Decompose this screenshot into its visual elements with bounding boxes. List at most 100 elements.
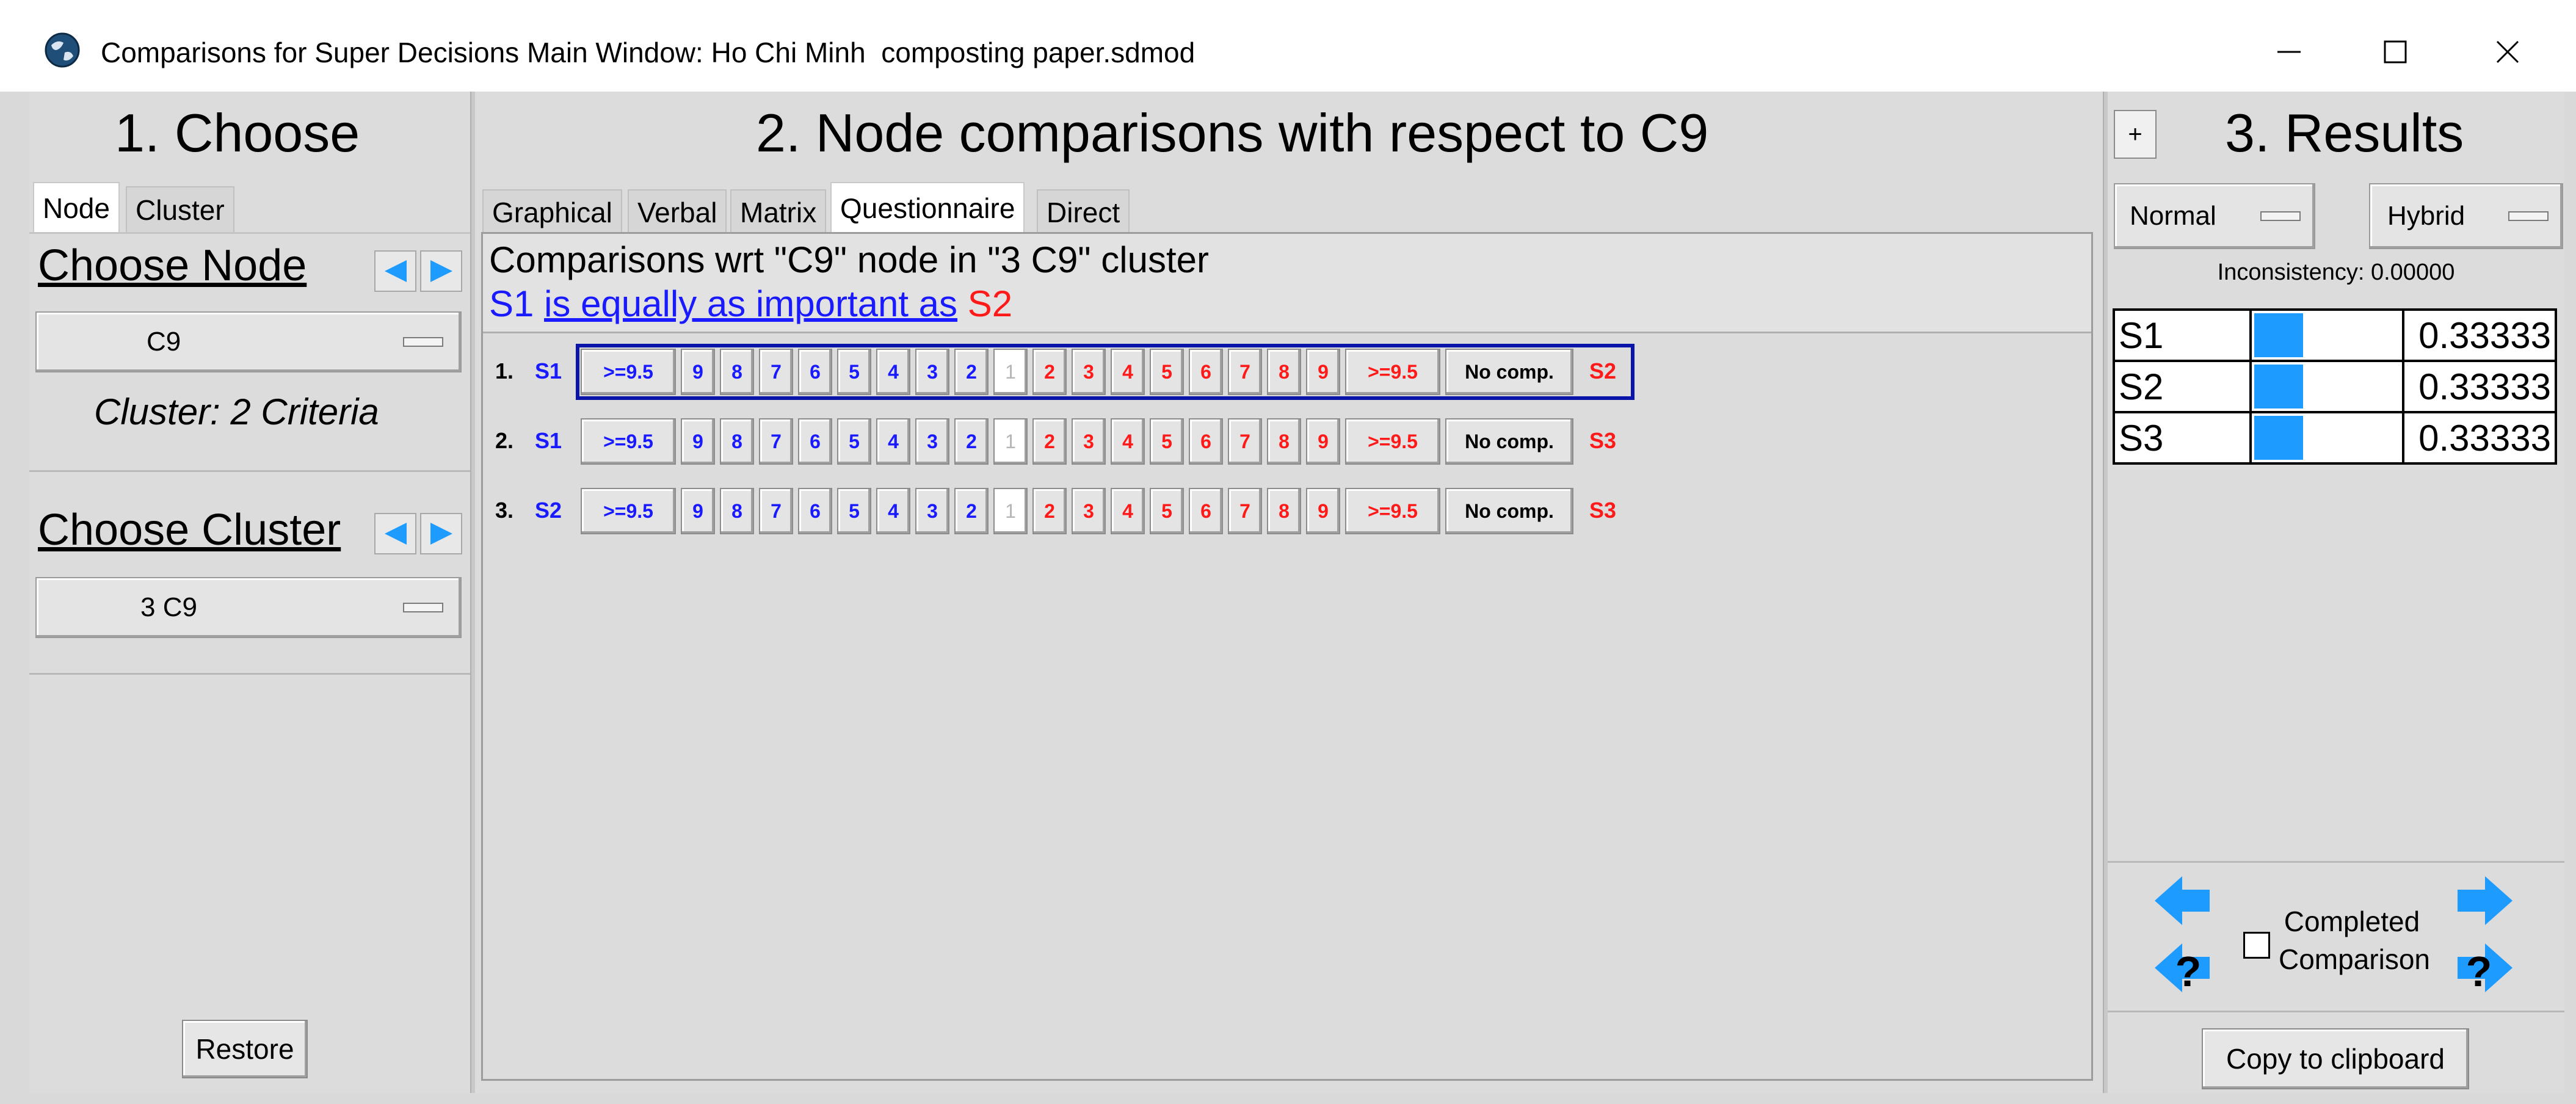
scale-left-button[interactable]: 3 <box>915 488 949 534</box>
cluster-dropdown[interactable]: 3 C9 <box>35 577 462 638</box>
prev-cluster-button[interactable] <box>374 513 416 554</box>
scale-left-button[interactable]: 9 <box>681 488 715 534</box>
row-left-node: S1 <box>535 428 562 453</box>
scale-left-button[interactable]: 8 <box>720 488 754 534</box>
scale-right-button[interactable]: 7 <box>1228 488 1262 534</box>
scale-left-button[interactable]: 9 <box>681 349 715 395</box>
scale-left-button[interactable]: >=9.5 <box>581 349 676 395</box>
scale-right-button[interactable]: 6 <box>1189 488 1223 534</box>
no-comparison-button[interactable]: No comp. <box>1445 418 1573 465</box>
scale-left-button[interactable]: 4 <box>876 349 910 395</box>
scale-equal-button[interactable]: 1 <box>993 488 1028 534</box>
scale-left-button[interactable]: 5 <box>837 418 871 465</box>
scale-left-button[interactable]: 2 <box>954 488 989 534</box>
close-button[interactable] <box>2468 18 2547 85</box>
maximize-button[interactable] <box>2356 18 2435 85</box>
tab-verbal[interactable]: Verbal <box>628 189 727 233</box>
scale-left-button[interactable]: 2 <box>954 418 989 465</box>
scale-right-button[interactable]: 2 <box>1032 418 1067 465</box>
scale-left-button[interactable]: 7 <box>759 349 793 395</box>
tab-direct[interactable]: Direct <box>1037 189 1130 233</box>
no-comparison-button[interactable]: No comp. <box>1445 488 1573 534</box>
svg-text:?: ? <box>2466 948 2492 995</box>
scale-left-button[interactable]: >=9.5 <box>581 418 676 465</box>
scale-right-button[interactable]: 2 <box>1032 488 1067 534</box>
expand-plus-button[interactable]: + <box>2114 110 2157 159</box>
scale-left-button[interactable]: 8 <box>720 418 754 465</box>
prev-node-button[interactable] <box>374 250 416 292</box>
scale-right-button[interactable]: 2 <box>1032 349 1067 395</box>
scale-left-button[interactable]: >=9.5 <box>581 488 676 534</box>
scale-right-button[interactable]: 9 <box>1306 488 1340 534</box>
scale-right-button[interactable]: 9 <box>1306 418 1340 465</box>
scale-right-button[interactable]: 6 <box>1189 349 1223 395</box>
scale-right-button[interactable]: >=9.5 <box>1345 488 1440 534</box>
scale-left-button[interactable]: 5 <box>837 488 871 534</box>
scale-right-button[interactable]: >=9.5 <box>1345 418 1440 465</box>
verbal-phrase-link[interactable]: is equally as important as <box>544 283 957 324</box>
svg-text:?: ? <box>2175 948 2202 995</box>
result-node-name: S3 <box>2113 411 2252 465</box>
next-node-button[interactable] <box>420 250 462 292</box>
scale-right-button[interactable]: 8 <box>1267 418 1301 465</box>
scale-right-button[interactable]: 4 <box>1111 418 1145 465</box>
scale-left-button[interactable]: 6 <box>798 488 832 534</box>
scale-right-button[interactable]: 7 <box>1228 349 1262 395</box>
scale-right-button[interactable]: 8 <box>1267 488 1301 534</box>
verbal-judgment: S1 is equally as important as S2 <box>489 283 1012 325</box>
restore-button[interactable]: Restore <box>182 1020 308 1078</box>
scale-left-button[interactable]: 7 <box>759 418 793 465</box>
scale-right-button[interactable]: 7 <box>1228 418 1262 465</box>
scale-right-button[interactable]: 5 <box>1150 488 1184 534</box>
next-comparison-arrow-icon[interactable] <box>2454 870 2516 931</box>
no-comparison-button[interactable]: No comp. <box>1445 349 1573 395</box>
tab-cluster[interactable]: Cluster <box>126 186 234 232</box>
scale-right-button[interactable]: 4 <box>1111 349 1145 395</box>
scale-equal-button[interactable]: 1 <box>993 418 1028 465</box>
previous-help-arrow-icon[interactable]: ? <box>2152 937 2213 998</box>
scale-equal-button[interactable]: 1 <box>993 349 1028 395</box>
scale-left-button[interactable]: 4 <box>876 488 910 534</box>
scale-right-button[interactable]: 3 <box>1072 418 1106 465</box>
scale-left-button[interactable]: 6 <box>798 418 832 465</box>
left-separator-2 <box>29 673 470 675</box>
copy-to-clipboard-button[interactable]: Copy to clipboard <box>2202 1028 2469 1089</box>
scale-right-button[interactable]: 6 <box>1189 418 1223 465</box>
scale-right-button[interactable]: 5 <box>1150 349 1184 395</box>
scale-right-button[interactable]: 3 <box>1072 488 1106 534</box>
next-help-arrow-icon[interactable]: ? <box>2454 937 2516 998</box>
scale-right-button[interactable]: 5 <box>1150 418 1184 465</box>
scale-left-button[interactable]: 3 <box>915 349 949 395</box>
scale-right-button[interactable]: >=9.5 <box>1345 349 1440 395</box>
scale-right-button[interactable]: 8 <box>1267 349 1301 395</box>
scale-left-button[interactable]: 3 <box>915 418 949 465</box>
scale-right-button[interactable]: 9 <box>1306 349 1340 395</box>
row-right-node: S2 <box>1589 358 1617 383</box>
next-cluster-button[interactable] <box>420 513 462 554</box>
scale-left-button[interactable]: 4 <box>876 418 910 465</box>
hybrid-dropdown[interactable]: Hybrid <box>2369 183 2563 249</box>
tab-node[interactable]: Node <box>33 182 120 232</box>
tab-questionnaire[interactable]: Questionnaire <box>830 182 1025 232</box>
scale-right-button[interactable]: 3 <box>1072 349 1106 395</box>
cluster-nav-arrows <box>374 513 466 554</box>
scale-right-button[interactable]: 4 <box>1111 488 1145 534</box>
verbal-left-node: S1 <box>489 283 534 324</box>
minimize-icon <box>2277 51 2301 53</box>
node-dropdown-value: C9 <box>147 327 181 357</box>
tab-graphical[interactable]: Graphical <box>482 189 622 233</box>
completed-comparison-checkbox[interactable] <box>2243 932 2270 959</box>
scale-left-button[interactable]: 6 <box>798 349 832 395</box>
normal-dropdown[interactable]: Normal <box>2114 183 2315 249</box>
result-bar-cell <box>2249 308 2404 362</box>
scale-left-button[interactable]: 9 <box>681 418 715 465</box>
previous-comparison-arrow-icon[interactable] <box>2152 870 2213 931</box>
scale-left-button[interactable]: 2 <box>954 349 989 395</box>
scale-left-button[interactable]: 7 <box>759 488 793 534</box>
scale-left-button[interactable]: 5 <box>837 349 871 395</box>
scale-left-button[interactable]: 8 <box>720 349 754 395</box>
tab-matrix[interactable]: Matrix <box>730 189 827 233</box>
minimize-button[interactable] <box>2249 18 2329 85</box>
choose-cluster-label: Choose Cluster <box>38 506 341 554</box>
node-dropdown[interactable]: C9 <box>35 311 462 372</box>
